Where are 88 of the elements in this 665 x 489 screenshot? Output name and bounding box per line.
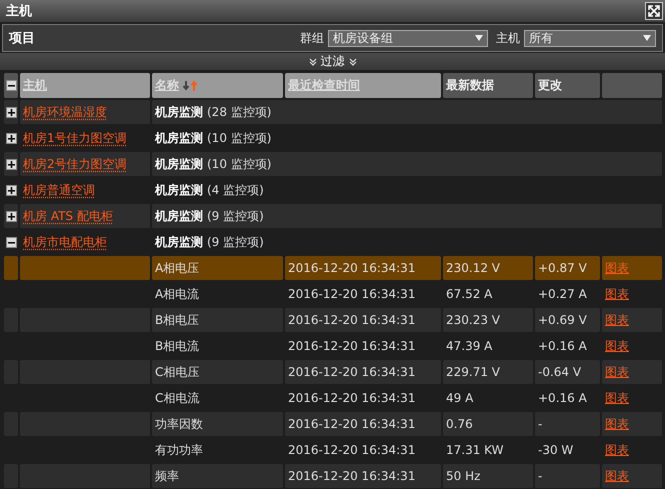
- host-link[interactable]: 机房普通空调: [23, 182, 95, 198]
- expand-toggle[interactable]: [6, 236, 16, 248]
- window-title: 主机: [6, 2, 32, 20]
- table-cell-text: +0.27 A: [537, 286, 588, 303]
- table-cell-text: -30 W: [537, 442, 574, 459]
- maximize-button[interactable]: [645, 2, 663, 20]
- group-summary: 机房监测 (10 监控项): [154, 130, 272, 146]
- chart-link[interactable]: 图表: [605, 260, 629, 276]
- dropdown-arrow-icon: [475, 35, 483, 41]
- expand-toggle[interactable]: [6, 80, 16, 91]
- table-cell-text: C相电流: [154, 390, 200, 406]
- table-cell-text: 2016-12-20 16:34:31: [287, 338, 416, 355]
- table-cell: 229.71 V: [443, 360, 533, 384]
- chart-link[interactable]: 图表: [605, 468, 629, 484]
- table-cell-text: 47.39 A: [445, 338, 494, 355]
- group-summary: 机房监测 (10 监控项): [152, 152, 662, 176]
- table-cell: 2016-12-20 16:34:31: [285, 308, 441, 332]
- table-cell-text: 67.52 A: [445, 286, 494, 303]
- table-cell: +0.69 V: [535, 308, 600, 332]
- table-cell: 频率: [152, 464, 283, 488]
- column-header: 最新数据: [443, 73, 533, 98]
- dropdown[interactable]: 所有: [524, 30, 656, 46]
- table-cell: B相电压: [152, 308, 283, 332]
- filter-label: 主机: [496, 30, 520, 46]
- table-cell-text: +0.16 A: [537, 338, 588, 355]
- plus-icon: [8, 160, 14, 168]
- chevron-icon: [308, 58, 316, 66]
- filter-bar[interactable]: 过滤: [0, 53, 665, 70]
- group-summary: 机房监测 (4 监控项): [154, 182, 265, 198]
- chart-link[interactable]: 图表: [605, 416, 629, 432]
- expand-toggle[interactable]: [6, 184, 16, 196]
- expand-toggle[interactable]: [6, 210, 16, 222]
- table-cell: 0.76: [443, 412, 533, 436]
- plus-icon: [8, 134, 14, 142]
- chart-link[interactable]: 图表: [605, 286, 629, 302]
- dropdown-arrow-icon: [643, 35, 651, 41]
- dropdown[interactable]: 机房设备组: [328, 30, 488, 46]
- chart-link[interactable]: 图表: [605, 312, 629, 328]
- host-link[interactable]: 机房2号佳力图空调: [23, 156, 127, 172]
- table-cell: 230.23 V: [443, 308, 533, 332]
- table-cell-text: A相电流: [154, 286, 200, 302]
- chevron-icon: [348, 58, 356, 66]
- chart-link[interactable]: 图表: [605, 390, 629, 406]
- table-cell: 2016-12-20 16:34:31: [285, 256, 441, 280]
- toolbar-label: 项目: [9, 30, 36, 47]
- table-cell-text: B相电流: [154, 338, 200, 354]
- table-cell-text: 49 A: [445, 390, 474, 407]
- table-cell: 2016-12-20 16:34:31: [285, 360, 441, 384]
- group-summary: 机房监测 (9 监控项): [152, 204, 662, 228]
- table-cell: 50 Hz: [443, 464, 533, 488]
- host-link[interactable]: 机房环境温湿度: [23, 104, 107, 120]
- table-cell: -: [535, 412, 600, 436]
- maximize-icon: [647, 4, 661, 18]
- table-cell-text: 2016-12-20 16:34:31: [287, 390, 416, 407]
- group-summary: 机房监测 (28 监控项): [152, 100, 662, 124]
- table-cell: 2016-12-20 16:34:31: [285, 464, 441, 488]
- table-cell: -: [535, 464, 600, 488]
- host-link[interactable]: 机房 ATS 配电柜: [23, 208, 113, 224]
- table-cell-text: 2016-12-20 16:34:31: [287, 442, 416, 459]
- table-cell-text: 有功功率: [154, 442, 204, 458]
- plus-icon: [8, 212, 14, 220]
- table-cell: +0.87 V: [535, 256, 600, 280]
- header-cell: [602, 73, 662, 98]
- column-header: 更改: [535, 73, 600, 98]
- filter-label: 过滤: [320, 53, 344, 70]
- expand-toggle[interactable]: [6, 132, 16, 144]
- table-cell: 功率因数: [152, 412, 283, 436]
- table-cell-text: 2016-12-20 16:34:31: [287, 286, 416, 303]
- table-cell: [4, 256, 18, 280]
- table-cell-text: 17.31 KW: [445, 442, 504, 459]
- host-link[interactable]: 机房市电配电柜: [23, 234, 107, 250]
- chart-link[interactable]: 图表: [605, 442, 629, 458]
- host-link[interactable]: 机房1号佳力图空调: [23, 130, 127, 146]
- table-cell: 230.12 V: [443, 256, 533, 280]
- table-cell: -0.64 V: [535, 360, 600, 384]
- chart-link[interactable]: 图表: [605, 364, 629, 380]
- table-cell: A相电压: [152, 256, 283, 280]
- filter-label: 群组: [300, 30, 324, 46]
- group-summary: 机房监测 (9 监控项): [154, 234, 265, 250]
- table-cell: 2016-12-20 16:34:31: [285, 412, 441, 436]
- expand-toggle[interactable]: [6, 158, 16, 170]
- plus-icon: [8, 186, 14, 194]
- table-cell: C相电压: [152, 360, 283, 384]
- plus-icon: [8, 108, 14, 116]
- expand-toggle[interactable]: [6, 106, 16, 118]
- minus-icon: [8, 82, 14, 89]
- chart-link[interactable]: 图表: [605, 338, 629, 354]
- table-cell-text: +0.16 A: [537, 390, 588, 407]
